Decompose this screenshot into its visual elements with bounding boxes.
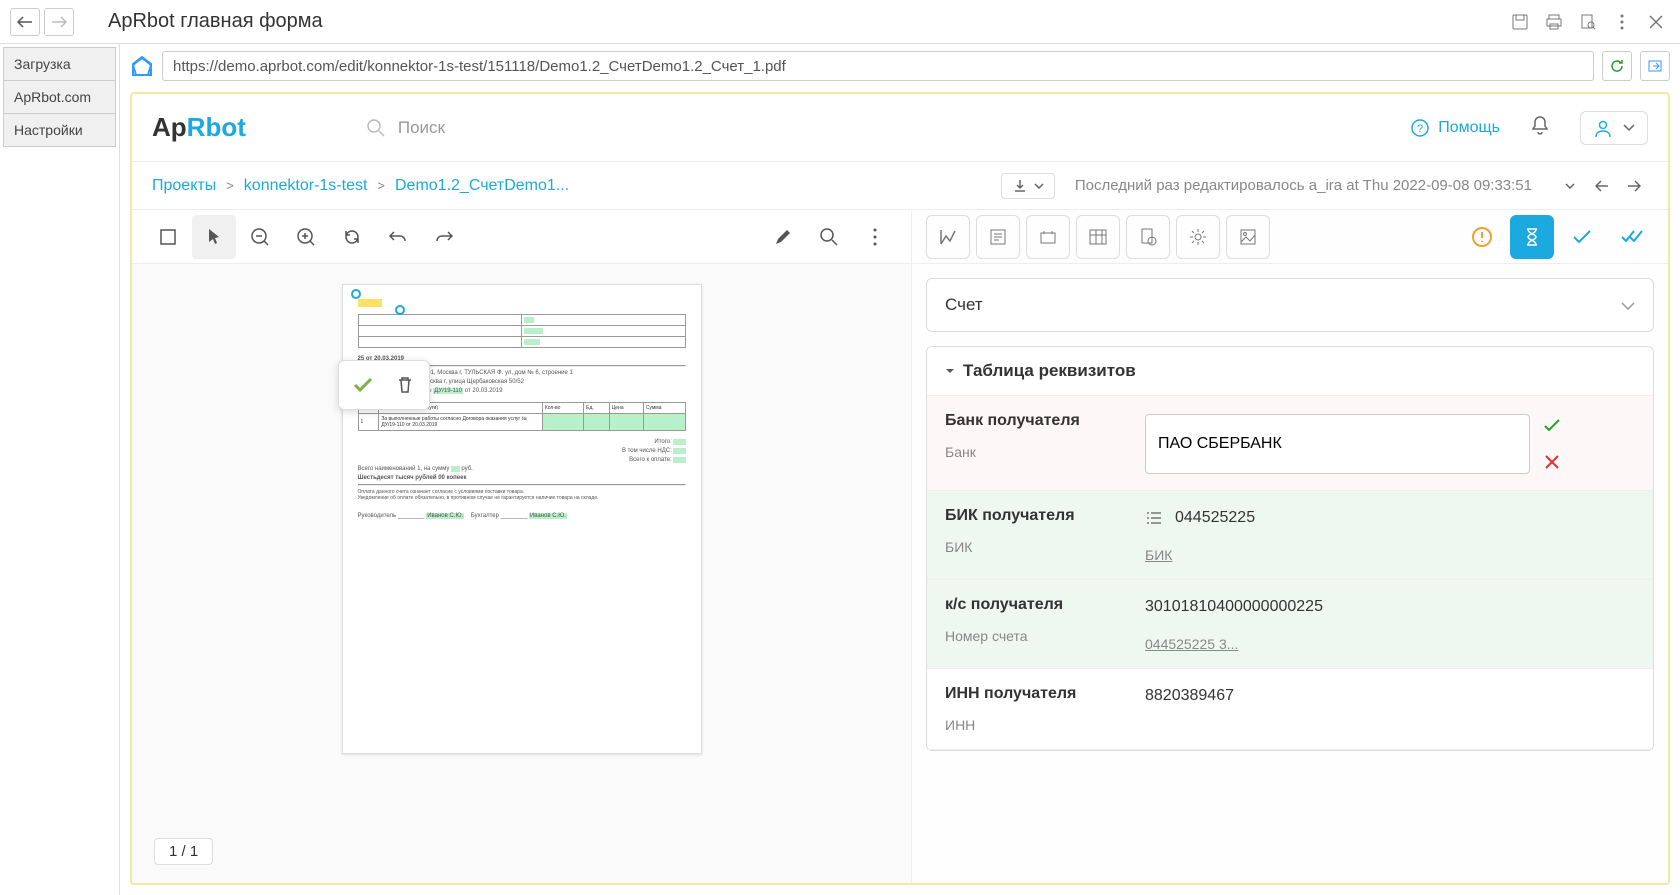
accordion-requisites: Таблица реквизитов Банк получателя Банк	[926, 346, 1654, 751]
more-tool[interactable]	[853, 215, 897, 259]
forward-button[interactable]	[44, 8, 74, 36]
search-tool[interactable]	[807, 215, 851, 259]
undo-tool[interactable]	[376, 215, 420, 259]
accordion-invoice-header[interactable]: Счет	[927, 279, 1653, 331]
rtool-check-icon[interactable]	[1560, 215, 1604, 259]
accordion-invoice: Счет	[926, 278, 1654, 332]
accordion-requisites-header[interactable]: Таблица реквизитов	[927, 347, 1653, 396]
dropdown-nav[interactable]	[1556, 172, 1584, 200]
left-sidebar: Загрузка ApRbot.com Настройки	[0, 44, 120, 895]
close-icon[interactable]	[1642, 8, 1670, 36]
bell-icon[interactable]	[1530, 115, 1550, 140]
confirm-annotation-icon[interactable]	[345, 367, 381, 403]
next-doc[interactable]	[1620, 172, 1648, 200]
rtool-3[interactable]	[1026, 215, 1070, 259]
breadcrumb-project[interactable]: konnektor-1s-test	[244, 177, 368, 195]
confirm-edit-icon[interactable]	[1540, 414, 1564, 438]
ks-sublink[interactable]: 044525225 3...	[1145, 636, 1635, 652]
rtool-image[interactable]	[1226, 215, 1270, 259]
breadcrumb-document[interactable]: Demo1.2_СчетDemo1...	[395, 177, 569, 195]
field-ks[interactable]: к/с получателя Номер счета 3010181040000…	[927, 580, 1653, 669]
rtool-settings[interactable]	[1176, 215, 1220, 259]
sidebar-tab-aprbot[interactable]: ApRbot.com	[3, 80, 116, 114]
kebab-icon[interactable]	[1608, 8, 1636, 36]
field-bank: Банк получателя Банк	[927, 396, 1653, 491]
document-page[interactable]: 25 от 20.03.2019 ООО «АльСервис», 119991…	[342, 284, 702, 754]
print-icon[interactable]	[1540, 8, 1568, 36]
window-title: ApRbot главная форма	[108, 10, 323, 33]
redo-tool[interactable]	[422, 215, 466, 259]
prev-doc[interactable]	[1588, 172, 1616, 200]
rotate-tool[interactable]	[330, 215, 374, 259]
page-counter: 1 / 1	[154, 838, 213, 865]
rtool-checkall-icon[interactable]	[1610, 215, 1654, 259]
svg-text:?: ?	[1417, 123, 1423, 135]
open-external-button[interactable]	[1640, 51, 1670, 81]
field-bik[interactable]: БИК получателя БИК 044525225 БИК	[927, 491, 1653, 580]
rtool-5[interactable]	[1126, 215, 1170, 259]
breadcrumb-projects[interactable]: Проекты	[152, 177, 216, 195]
url-input[interactable]	[162, 51, 1594, 81]
search-doc-icon[interactable]	[1574, 8, 1602, 36]
home-pentagon-icon[interactable]	[130, 54, 154, 78]
search-input[interactable]: Поиск	[366, 118, 445, 138]
app-logo: ApRbot	[152, 112, 246, 143]
reload-button[interactable]	[1602, 51, 1632, 81]
bik-sublink[interactable]: БИК	[1145, 547, 1635, 563]
rtool-hourglass-icon[interactable]	[1510, 215, 1554, 259]
cancel-edit-icon[interactable]	[1540, 450, 1564, 474]
zoom-out-tool[interactable]	[238, 215, 282, 259]
rtool-1[interactable]	[926, 215, 970, 259]
last-edit-text: Последний раз редактировалось a_ira at T…	[1075, 177, 1532, 194]
sidebar-tab-settings[interactable]: Настройки	[3, 113, 116, 147]
help-link[interactable]: ? Помощь	[1410, 118, 1500, 138]
field-inn[interactable]: ИНН получателя ИНН 8820389467	[927, 669, 1653, 750]
rtool-2[interactable]	[976, 215, 1020, 259]
bank-input[interactable]	[1145, 414, 1530, 474]
edit-tool[interactable]	[761, 215, 805, 259]
delete-annotation-icon[interactable]	[387, 367, 423, 403]
annotation-popup	[338, 360, 430, 410]
download-button[interactable]	[1001, 173, 1055, 199]
rtool-4[interactable]	[1076, 215, 1120, 259]
pointer-tool[interactable]	[192, 215, 236, 259]
sidebar-tab-load[interactable]: Загрузка	[3, 47, 116, 81]
user-menu[interactable]	[1580, 111, 1648, 145]
list-icon	[1145, 511, 1163, 525]
select-rect-tool[interactable]	[146, 215, 190, 259]
back-button[interactable]	[10, 8, 40, 36]
save-icon[interactable]	[1506, 8, 1534, 36]
rtool-warning-icon[interactable]	[1460, 215, 1504, 259]
zoom-in-tool[interactable]	[284, 215, 328, 259]
